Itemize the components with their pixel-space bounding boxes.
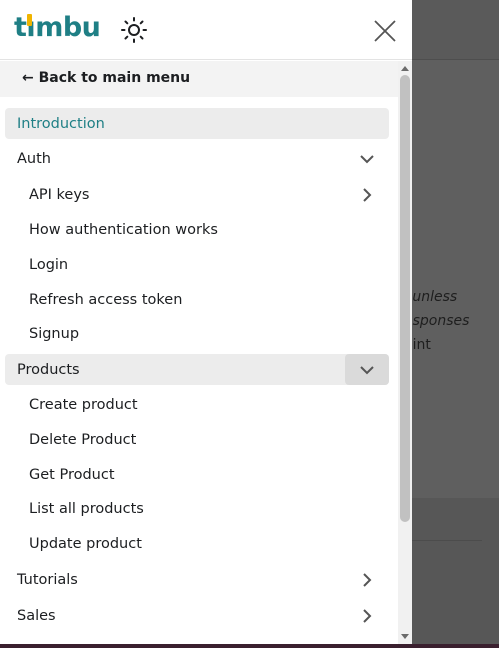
sidebar-item-label: Login — [29, 256, 69, 273]
sidebar-item-introduction[interactable]: Introduction — [5, 108, 389, 139]
back-to-main-bar: ← Back to main menu — [0, 61, 398, 97]
sun-icon — [121, 17, 147, 43]
brand-logo[interactable]: tı mbu — [14, 12, 101, 43]
logo-text-mbu: mbu — [35, 12, 101, 43]
sidebar-item-get-product[interactable]: Get Product — [17, 459, 389, 490]
sidebar-scrollbar[interactable] — [398, 61, 412, 644]
close-menu-button[interactable] — [370, 16, 400, 46]
sidebar-item-refresh-access-token[interactable]: Refresh access token — [17, 284, 389, 315]
navigation-drawer: tı mbu ← Back to main menu Introduction … — [0, 0, 412, 644]
sidebar-category-products[interactable]: Products — [5, 354, 389, 385]
sidebar-item-label: Update product — [29, 535, 142, 552]
sidebar-category-api-keys[interactable]: API keys — [17, 179, 389, 210]
sidebar-item-label: Create product — [29, 396, 138, 413]
drawer-header: tı mbu — [0, 0, 412, 60]
sidebar-item-label: Products — [17, 361, 80, 378]
sidebar-category-sales[interactable]: Sales — [5, 600, 389, 631]
sidebar-item-label: Get Product — [29, 466, 115, 483]
background-panel — [412, 498, 499, 648]
chevron-down-icon[interactable] — [345, 354, 389, 385]
sidebar-item-login[interactable]: Login — [17, 249, 389, 280]
background-text-2: esponses — [404, 313, 470, 329]
scroll-down-arrow-icon[interactable] — [401, 634, 409, 639]
back-to-main-menu-link[interactable]: ← Back to main menu — [22, 70, 190, 86]
sidebar-category-auth[interactable]: Auth — [5, 143, 389, 174]
sidebar-item-label: Auth — [17, 150, 51, 167]
sidebar-item-label: Introduction — [17, 115, 105, 132]
chevron-right-icon[interactable] — [345, 179, 389, 210]
background-bottom-bar — [0, 644, 499, 648]
sidebar-item-label: Signup — [29, 325, 80, 342]
background-divider — [412, 540, 482, 541]
chevron-down-icon[interactable] — [345, 143, 389, 174]
sidebar-item-update-product[interactable]: Update product — [17, 528, 389, 559]
sidebar-category-tutorials[interactable]: Tutorials — [5, 564, 389, 595]
sidebar-item-label: API keys — [29, 186, 90, 203]
sidebar-item-list-all-products[interactable]: List all products — [17, 493, 389, 524]
logo-text-t: t — [14, 12, 27, 43]
scroll-up-arrow-icon[interactable] — [401, 66, 409, 71]
sidebar-item-label: How authentication works — [29, 221, 218, 238]
logo-text-i: ı — [26, 12, 36, 43]
sidebar-item-label: List all products — [29, 500, 144, 517]
sidebar-item-label: Delete Product — [29, 431, 137, 448]
sidebar-item-signup[interactable]: Signup — [17, 318, 389, 349]
sidebar-item-delete-product[interactable]: Delete Product — [17, 424, 389, 455]
theme-toggle-button[interactable] — [119, 15, 149, 45]
background-header — [412, 0, 499, 60]
chevron-right-icon[interactable] — [345, 564, 389, 595]
scrollbar-thumb[interactable] — [400, 75, 410, 522]
close-icon — [374, 20, 396, 42]
chevron-right-icon[interactable] — [345, 600, 389, 631]
sidebar-item-label: Tutorials — [17, 571, 78, 588]
sidebar-item-create-product[interactable]: Create product — [17, 389, 389, 420]
sidebar-item-how-authentication-works[interactable]: How authentication works — [17, 214, 389, 245]
sidebar-item-label: Refresh access token — [29, 291, 183, 308]
logo-accent-mark — [27, 14, 33, 26]
sidebar-item-label: Sales — [17, 607, 56, 624]
